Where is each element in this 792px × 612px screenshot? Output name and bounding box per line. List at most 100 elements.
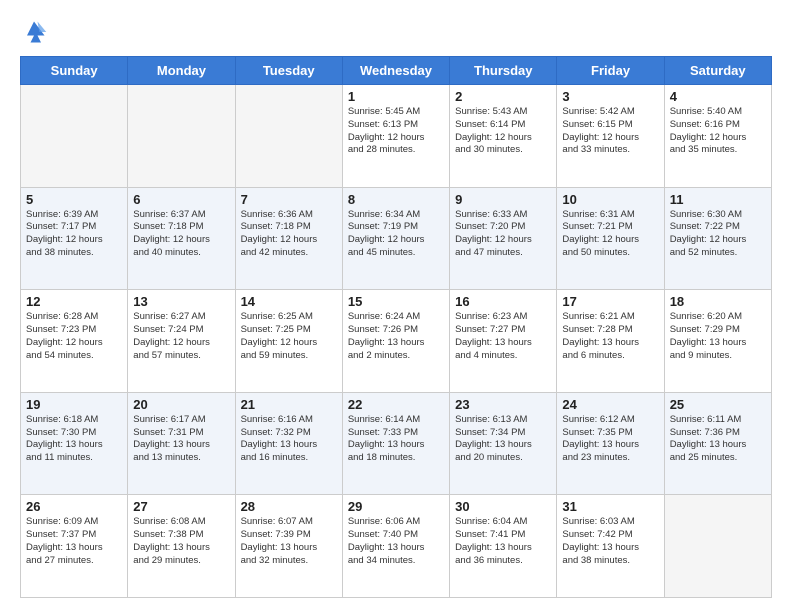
- page: SundayMondayTuesdayWednesdayThursdayFrid…: [0, 0, 792, 612]
- day-info: Sunrise: 6:21 AM Sunset: 7:28 PM Dayligh…: [562, 311, 658, 362]
- day-info: Sunrise: 6:09 AM Sunset: 7:37 PM Dayligh…: [26, 516, 122, 567]
- calendar-cell: 15 Sunrise: 6:24 AM Sunset: 7:26 PM Dayli…: [342, 290, 449, 393]
- calendar-cell: 30 Sunrise: 6:04 AM Sunset: 7:41 PM Dayli…: [450, 495, 557, 598]
- calendar-table: SundayMondayTuesdayWednesdayThursdayFrid…: [20, 56, 772, 598]
- day-info: Sunrise: 6:03 AM Sunset: 7:42 PM Dayligh…: [562, 516, 658, 567]
- day-info: Sunrise: 6:20 AM Sunset: 7:29 PM Dayligh…: [670, 311, 766, 362]
- day-info: Sunrise: 6:25 AM Sunset: 7:25 PM Dayligh…: [241, 311, 337, 362]
- day-number: 24: [562, 397, 658, 412]
- header: [20, 18, 772, 46]
- day-info: Sunrise: 5:45 AM Sunset: 6:13 PM Dayligh…: [348, 106, 444, 157]
- day-number: 27: [133, 499, 229, 514]
- day-number: 31: [562, 499, 658, 514]
- day-info: Sunrise: 6:39 AM Sunset: 7:17 PM Dayligh…: [26, 209, 122, 260]
- calendar-body: 1Sunrise: 5:45 AM Sunset: 6:13 PM Daylig…: [21, 85, 772, 598]
- day-number: 25: [670, 397, 766, 412]
- day-info: Sunrise: 6:31 AM Sunset: 7:21 PM Dayligh…: [562, 209, 658, 260]
- calendar-cell: 3Sunrise: 5:42 AM Sunset: 6:15 PM Daylig…: [557, 85, 664, 188]
- day-info: Sunrise: 6:13 AM Sunset: 7:34 PM Dayligh…: [455, 414, 551, 465]
- weekday-header-row: SundayMondayTuesdayWednesdayThursdayFrid…: [21, 57, 772, 85]
- calendar-week-1: 1Sunrise: 5:45 AM Sunset: 6:13 PM Daylig…: [21, 85, 772, 188]
- calendar-cell: 10Sunrise: 6:31 AM Sunset: 7:21 PM Dayli…: [557, 187, 664, 290]
- day-number: 14: [241, 294, 337, 309]
- day-info: Sunrise: 6:08 AM Sunset: 7:38 PM Dayligh…: [133, 516, 229, 567]
- calendar-cell: [664, 495, 771, 598]
- day-info: Sunrise: 6:11 AM Sunset: 7:36 PM Dayligh…: [670, 414, 766, 465]
- calendar-cell: 11Sunrise: 6:30 AM Sunset: 7:22 PM Dayli…: [664, 187, 771, 290]
- day-number: 26: [26, 499, 122, 514]
- calendar-cell: 12 Sunrise: 6:28 AM Sunset: 7:23 PM Dayli…: [21, 290, 128, 393]
- day-number: 22: [348, 397, 444, 412]
- day-info: Sunrise: 6:18 AM Sunset: 7:30 PM Dayligh…: [26, 414, 122, 465]
- calendar-cell: [235, 85, 342, 188]
- calendar-cell: 13 Sunrise: 6:27 AM Sunset: 7:24 PM Dayli…: [128, 290, 235, 393]
- calendar-cell: 20Sunrise: 6:17 AM Sunset: 7:31 PM Dayli…: [128, 392, 235, 495]
- day-info: Sunrise: 5:43 AM Sunset: 6:14 PM Dayligh…: [455, 106, 551, 157]
- day-info: Sunrise: 6:14 AM Sunset: 7:33 PM Dayligh…: [348, 414, 444, 465]
- day-number: 9: [455, 192, 551, 207]
- day-info: Sunrise: 6:07 AM Sunset: 7:39 PM Dayligh…: [241, 516, 337, 567]
- logo-icon: [20, 18, 48, 46]
- day-info: Sunrise: 6:17 AM Sunset: 7:31 PM Dayligh…: [133, 414, 229, 465]
- day-info: Sunrise: 6:06 AM Sunset: 7:40 PM Dayligh…: [348, 516, 444, 567]
- day-number: 6: [133, 192, 229, 207]
- calendar-cell: [21, 85, 128, 188]
- calendar-cell: 26 Sunrise: 6:09 AM Sunset: 7:37 PM Dayli…: [21, 495, 128, 598]
- weekday-header-saturday: Saturday: [664, 57, 771, 85]
- calendar-week-4: 19 Sunrise: 6:18 AM Sunset: 7:30 PM Dayli…: [21, 392, 772, 495]
- calendar-cell: 18 Sunrise: 6:20 AM Sunset: 7:29 PM Dayli…: [664, 290, 771, 393]
- calendar-cell: 19 Sunrise: 6:18 AM Sunset: 7:30 PM Dayli…: [21, 392, 128, 495]
- calendar-cell: 14 Sunrise: 6:25 AM Sunset: 7:25 PM Dayli…: [235, 290, 342, 393]
- day-info: Sunrise: 6:04 AM Sunset: 7:41 PM Dayligh…: [455, 516, 551, 567]
- calendar-cell: 16 Sunrise: 6:23 AM Sunset: 7:27 PM Dayli…: [450, 290, 557, 393]
- day-number: 11: [670, 192, 766, 207]
- weekday-header-monday: Monday: [128, 57, 235, 85]
- weekday-header-thursday: Thursday: [450, 57, 557, 85]
- calendar-cell: 22 Sunrise: 6:14 AM Sunset: 7:33 PM Dayli…: [342, 392, 449, 495]
- day-info: Sunrise: 6:12 AM Sunset: 7:35 PM Dayligh…: [562, 414, 658, 465]
- day-number: 15: [348, 294, 444, 309]
- day-number: 5: [26, 192, 122, 207]
- day-info: Sunrise: 6:24 AM Sunset: 7:26 PM Dayligh…: [348, 311, 444, 362]
- calendar-cell: 9 Sunrise: 6:33 AM Sunset: 7:20 PM Daylig…: [450, 187, 557, 290]
- day-number: 29: [348, 499, 444, 514]
- day-number: 19: [26, 397, 122, 412]
- day-number: 12: [26, 294, 122, 309]
- weekday-header-tuesday: Tuesday: [235, 57, 342, 85]
- day-info: Sunrise: 6:33 AM Sunset: 7:20 PM Dayligh…: [455, 209, 551, 260]
- calendar-cell: 17 Sunrise: 6:21 AM Sunset: 7:28 PM Dayli…: [557, 290, 664, 393]
- day-info: Sunrise: 6:27 AM Sunset: 7:24 PM Dayligh…: [133, 311, 229, 362]
- weekday-header-friday: Friday: [557, 57, 664, 85]
- day-number: 13: [133, 294, 229, 309]
- calendar-week-5: 26 Sunrise: 6:09 AM Sunset: 7:37 PM Dayli…: [21, 495, 772, 598]
- calendar-cell: 28Sunrise: 6:07 AM Sunset: 7:39 PM Dayli…: [235, 495, 342, 598]
- calendar-cell: 5 Sunrise: 6:39 AM Sunset: 7:17 PM Daylig…: [21, 187, 128, 290]
- day-number: 8: [348, 192, 444, 207]
- day-number: 23: [455, 397, 551, 412]
- day-info: Sunrise: 6:23 AM Sunset: 7:27 PM Dayligh…: [455, 311, 551, 362]
- calendar-cell: 27 Sunrise: 6:08 AM Sunset: 7:38 PM Dayli…: [128, 495, 235, 598]
- day-info: Sunrise: 6:34 AM Sunset: 7:19 PM Dayligh…: [348, 209, 444, 260]
- weekday-header-wednesday: Wednesday: [342, 57, 449, 85]
- day-number: 30: [455, 499, 551, 514]
- day-number: 2: [455, 89, 551, 104]
- day-info: Sunrise: 6:16 AM Sunset: 7:32 PM Dayligh…: [241, 414, 337, 465]
- calendar-cell: 7Sunrise: 6:36 AM Sunset: 7:18 PM Daylig…: [235, 187, 342, 290]
- day-number: 16: [455, 294, 551, 309]
- calendar-cell: 8 Sunrise: 6:34 AM Sunset: 7:19 PM Daylig…: [342, 187, 449, 290]
- calendar-cell: 6 Sunrise: 6:37 AM Sunset: 7:18 PM Daylig…: [128, 187, 235, 290]
- day-number: 3: [562, 89, 658, 104]
- day-number: 17: [562, 294, 658, 309]
- calendar-week-3: 12 Sunrise: 6:28 AM Sunset: 7:23 PM Dayli…: [21, 290, 772, 393]
- day-number: 4: [670, 89, 766, 104]
- weekday-header-sunday: Sunday: [21, 57, 128, 85]
- calendar-cell: 25 Sunrise: 6:11 AM Sunset: 7:36 PM Dayli…: [664, 392, 771, 495]
- calendar-cell: 31 Sunrise: 6:03 AM Sunset: 7:42 PM Dayli…: [557, 495, 664, 598]
- calendar-week-2: 5 Sunrise: 6:39 AM Sunset: 7:17 PM Daylig…: [21, 187, 772, 290]
- day-number: 7: [241, 192, 337, 207]
- calendar-cell: 4Sunrise: 5:40 AM Sunset: 6:16 PM Daylig…: [664, 85, 771, 188]
- day-number: 21: [241, 397, 337, 412]
- day-info: Sunrise: 6:37 AM Sunset: 7:18 PM Dayligh…: [133, 209, 229, 260]
- day-info: Sunrise: 6:28 AM Sunset: 7:23 PM Dayligh…: [26, 311, 122, 362]
- day-number: 18: [670, 294, 766, 309]
